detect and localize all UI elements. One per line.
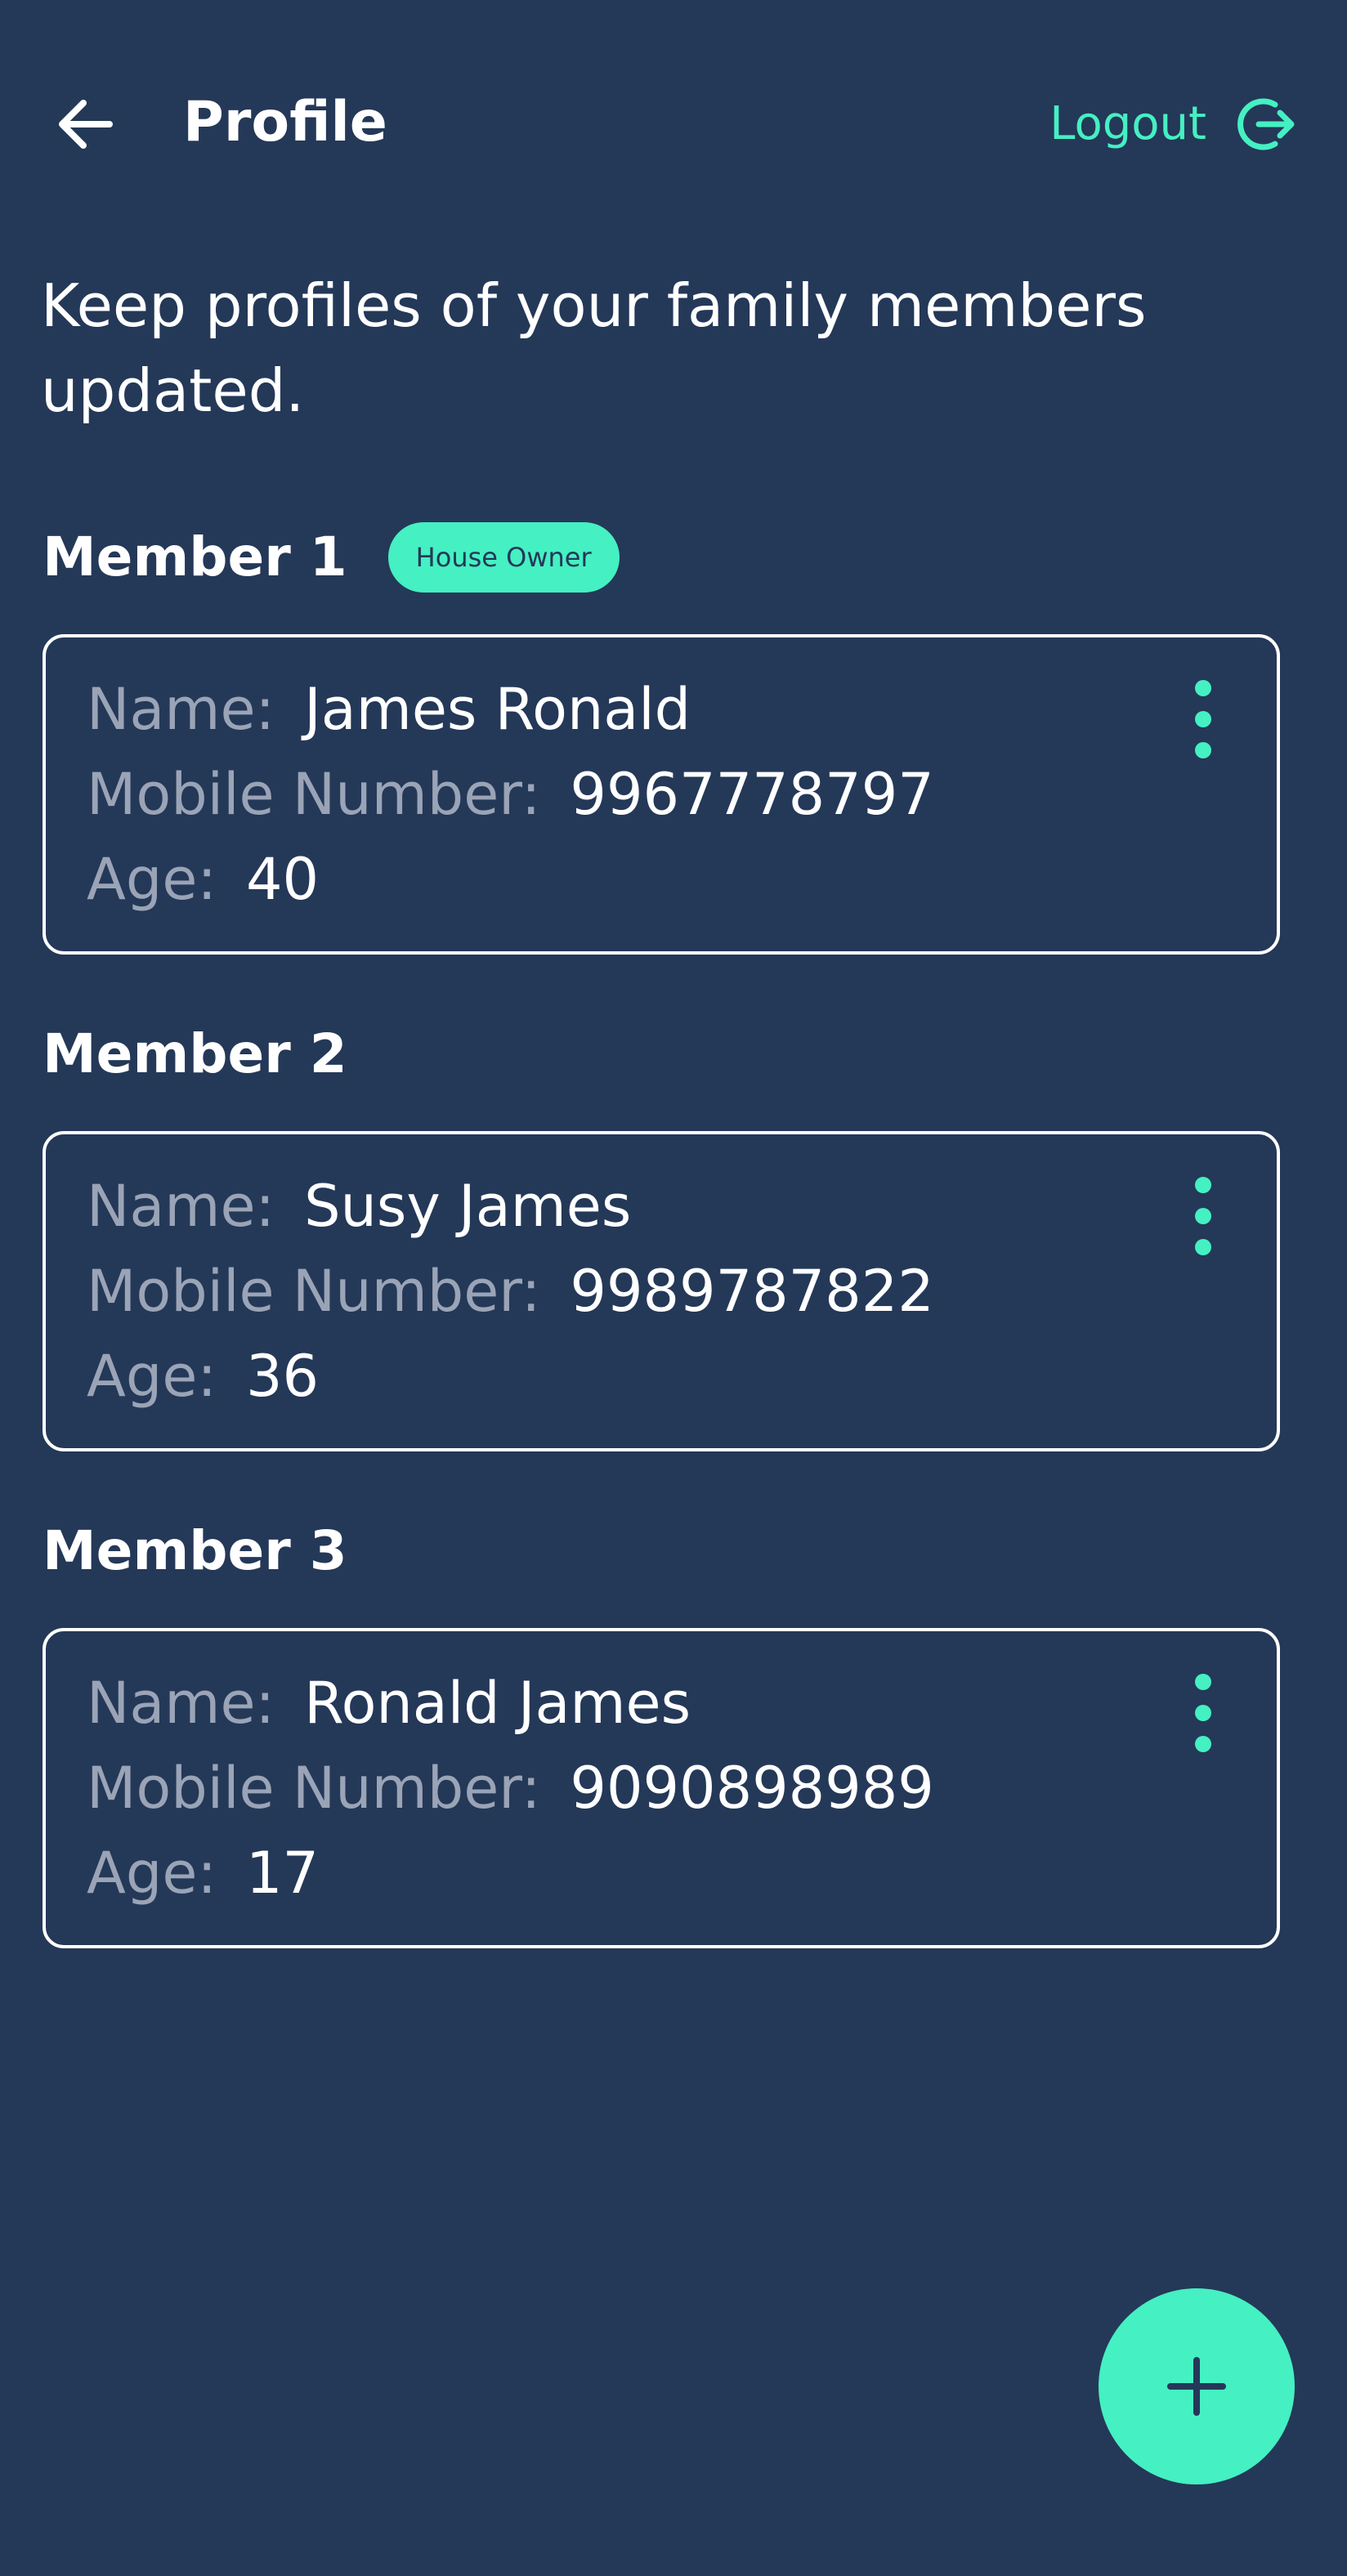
more-vert-icon-dot [1195,742,1211,758]
page-subtitle: Keep profiles of your family members upd… [41,271,1147,425]
mobile-row: Mobile Number: 9989787822 [87,1249,934,1334]
more-vert-icon-dot [1195,1736,1211,1752]
arrow-left-icon [59,100,113,149]
more-vert-icon-dot [1195,1208,1211,1224]
mobile-label: Mobile Number: [87,761,541,828]
name-row: Name: Ronald James [87,1661,691,1746]
age-value: 40 [245,846,320,913]
age-label: Age: [87,1840,217,1907]
mobile-value: 9967778797 [570,761,934,828]
member-heading: Member 1 House Owner [43,517,620,598]
add-member-button[interactable] [1099,2288,1295,2484]
more-options-button[interactable] [1179,1674,1228,1752]
name-value: Ronald James [304,1670,691,1737]
more-vert-icon-dot [1195,711,1211,727]
age-label: Age: [87,846,217,913]
mobile-label: Mobile Number: [87,1755,541,1822]
logout-label: Logout [1049,97,1206,150]
member-title: Member 1 [43,525,347,588]
name-row: Name: James Ronald [87,667,691,752]
house-owner-badge: House Owner [387,522,620,593]
member-heading: Member 3 [43,1510,347,1592]
mobile-value: 9090898989 [570,1755,934,1822]
age-value: 36 [245,1343,320,1410]
member-title: Member 2 [43,1022,347,1085]
plus-icon [1167,2357,1226,2416]
member-card: Name: Ronald James Mobile Number: 90908989… [43,1628,1280,1948]
more-options-button[interactable] [1179,1177,1228,1255]
member-card: Name: Susy James Mobile Number: 9989787822… [43,1131,1280,1451]
logout-button[interactable]: Logout [1049,88,1296,160]
more-vert-icon [1195,680,1211,696]
age-row: Age: 40 [87,837,319,922]
logout-icon [1237,98,1295,150]
more-options-button[interactable] [1179,680,1228,758]
more-vert-icon [1195,1177,1211,1193]
page-title: Profile [183,90,387,154]
age-value: 17 [245,1840,320,1907]
member-card: Name: James Ronald Mobile Number: 99677787… [43,634,1280,955]
age-label: Age: [87,1343,217,1410]
mobile-row: Mobile Number: 9090898989 [87,1746,934,1831]
back-button[interactable] [46,85,124,163]
mobile-label: Mobile Number: [87,1258,541,1325]
name-value: James Ronald [304,676,691,743]
member-heading: Member 2 [43,1013,347,1095]
more-vert-icon-dot [1195,1705,1211,1721]
mobile-value: 9989787822 [570,1258,934,1325]
more-vert-icon [1195,1674,1211,1690]
age-row: Age: 17 [87,1831,319,1916]
mobile-row: Mobile Number: 9967778797 [87,752,934,837]
member-title: Member 3 [43,1519,347,1582]
name-value: Susy James [304,1173,632,1240]
age-row: Age: 36 [87,1334,319,1419]
more-vert-icon-dot [1195,1239,1211,1255]
name-label: Name: [87,1670,275,1737]
app-header: Profile Logout [0,0,1347,245]
name-row: Name: Susy James [87,1164,631,1249]
name-label: Name: [87,676,275,743]
name-label: Name: [87,1173,275,1240]
